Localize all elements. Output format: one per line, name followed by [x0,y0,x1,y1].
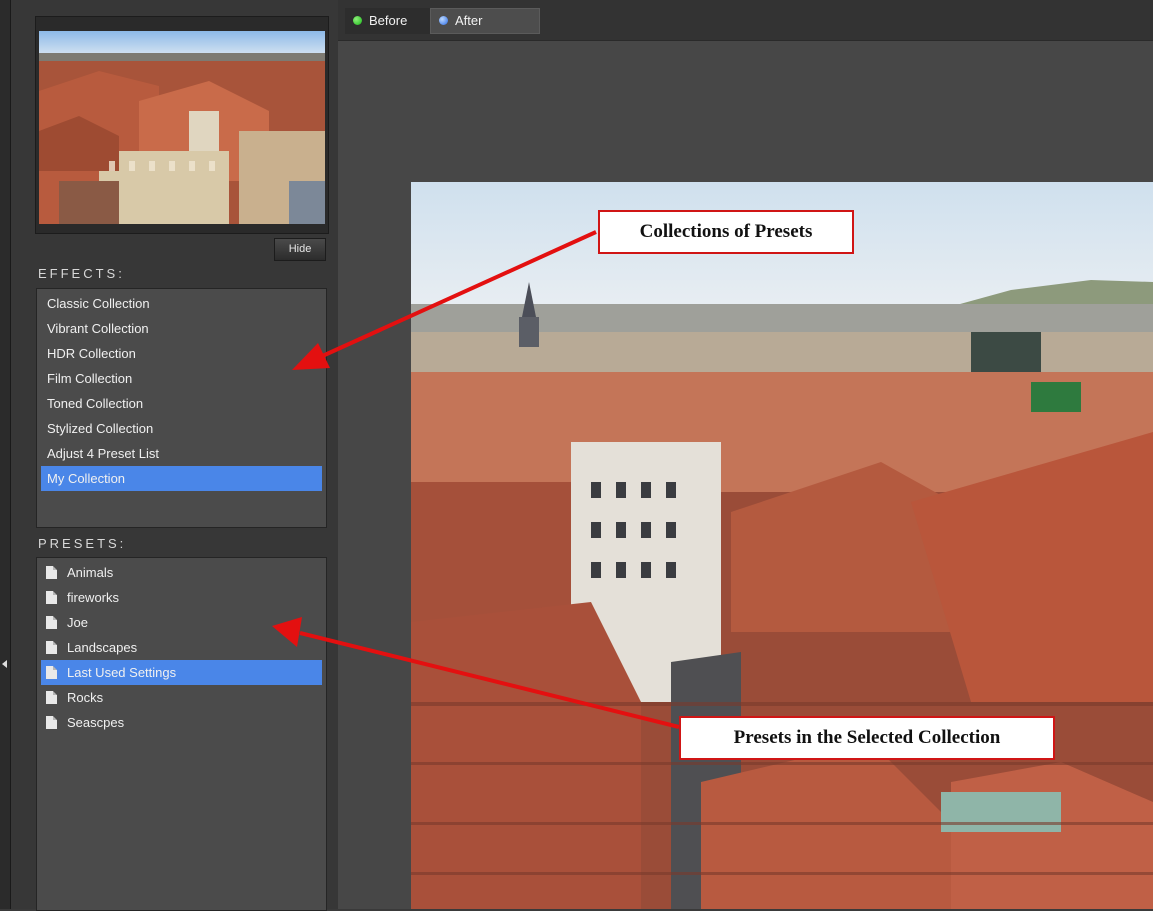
navigator-thumbnail [35,16,329,234]
preset-label: Rocks [67,690,104,705]
effects-label: EFFECTS: [38,266,125,281]
preset-label: Seascpes [67,715,125,730]
preview-image [411,182,1153,909]
preset-label: Animals [67,565,114,580]
effects-item-vibrant[interactable]: Vibrant Collection [41,316,322,341]
preset-item-joe[interactable]: Joe [41,610,322,635]
preset-file-icon [46,666,57,679]
preset-file-icon [46,716,57,729]
presets-label: PRESETS: [38,536,127,551]
preset-item-rocks[interactable]: Rocks [41,685,322,710]
tab-before[interactable]: Before [345,8,432,34]
preset-item-last-used[interactable]: Last Used Settings [41,660,322,685]
tab-after-label: After [455,13,483,28]
effects-item-film[interactable]: Film Collection [41,366,322,391]
green-dot-icon [353,16,362,25]
presets-list: Animals fireworks Joe Landscapes Last Us… [36,557,327,911]
effects-item-stylized[interactable]: Stylized Collection [41,416,322,441]
left-panel: Hide EFFECTS: Classic Collection Vibrant… [11,0,338,911]
effects-item-my-collection[interactable]: My Collection [41,466,322,491]
preset-label: Landscapes [67,640,138,655]
thumbnail-image [39,31,325,224]
preset-file-icon [46,641,57,654]
view-tab-bar: Before After [338,0,1153,41]
preset-label: Joe [67,615,88,630]
effects-item-adjust4[interactable]: Adjust 4 Preset List [41,441,322,466]
preset-label: fireworks [67,590,120,605]
effects-list: Classic Collection Vibrant Collection HD… [36,288,327,528]
annotation-presets: Presets in the Selected Collection [679,716,1055,760]
tab-after[interactable]: After [430,8,540,34]
preset-file-icon [46,691,57,704]
tab-before-label: Before [369,13,408,28]
main-preview-area: Before After [338,0,1153,909]
collapse-arrow-icon[interactable] [2,660,7,668]
effects-item-classic[interactable]: Classic Collection [41,291,322,316]
blue-dot-icon [439,16,448,25]
annotation-collections: Collections of Presets [598,210,854,254]
preset-item-fireworks[interactable]: fireworks [41,585,322,610]
preset-file-icon [46,616,57,629]
preset-item-landscapes[interactable]: Landscapes [41,635,322,660]
panel-collapse-strip[interactable] [0,0,11,909]
hide-button[interactable]: Hide [274,238,326,261]
preset-file-icon [46,566,57,579]
effects-item-toned[interactable]: Toned Collection [41,391,322,416]
effects-item-hdr[interactable]: HDR Collection [41,341,322,366]
preset-item-animals[interactable]: Animals [41,560,322,585]
preset-file-icon [46,591,57,604]
preset-item-seascapes[interactable]: Seascpes [41,710,322,735]
preset-label: Last Used Settings [67,665,177,680]
